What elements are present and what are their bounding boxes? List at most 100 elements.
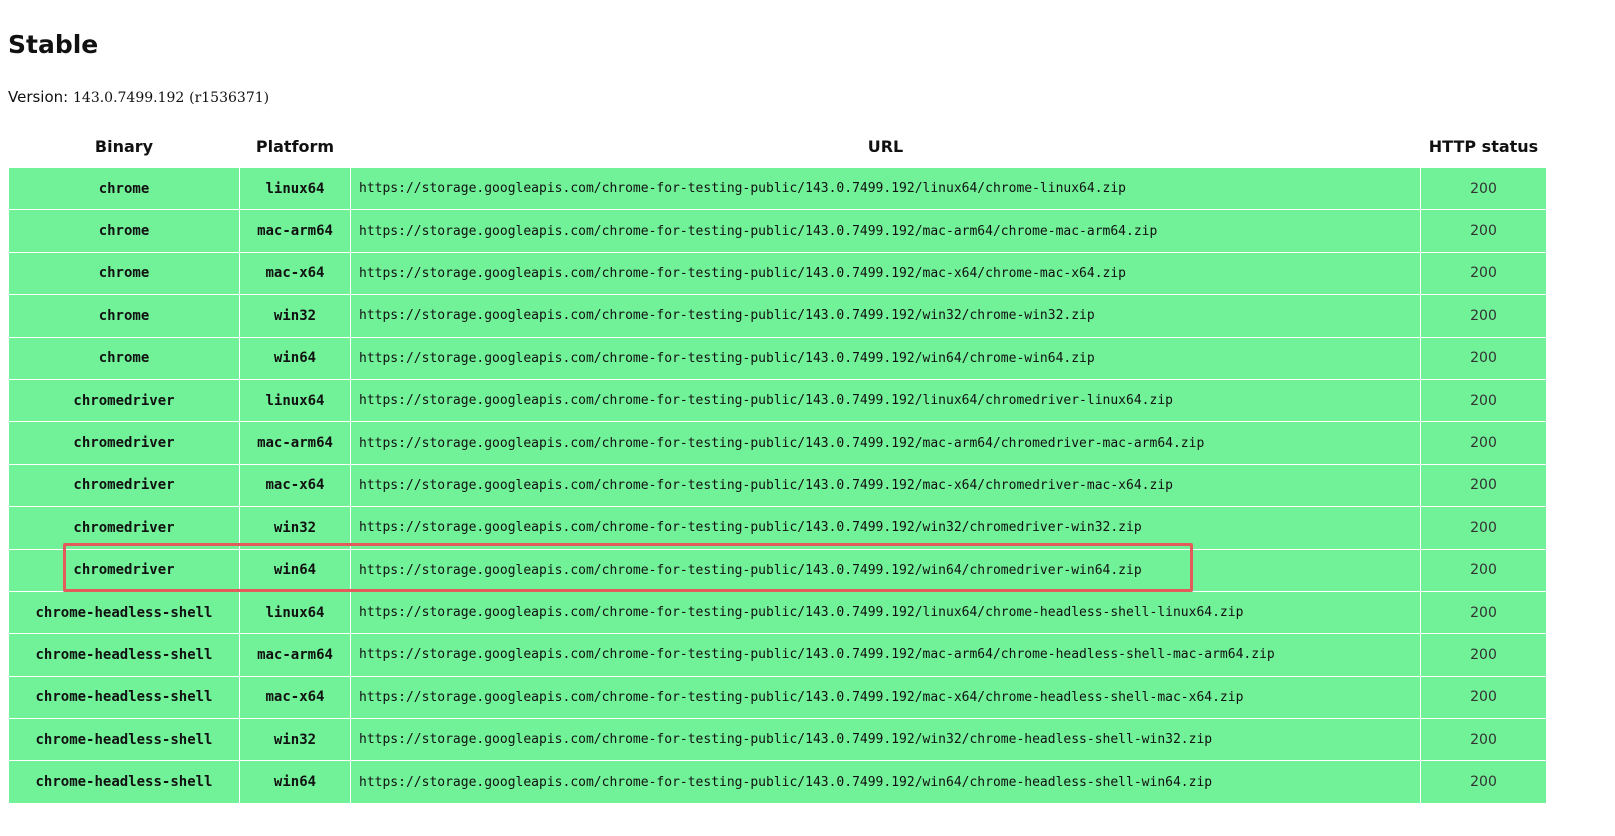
http-status-cell: 200 [1420,590,1547,635]
version-line: Version: 143.0.7499.192 (r1536371) [8,86,269,109]
platform-cell: win64 [239,336,351,380]
binary-cell: chromedriver [8,463,240,508]
table-row: chrome-headless-shell win32 https://stor… [8,718,1547,762]
download-link[interactable]: https://storage.googleapis.com/chrome-fo… [359,351,1095,366]
download-link[interactable]: https://storage.googleapis.com/chrome-fo… [359,775,1212,790]
download-link[interactable]: https://storage.googleapis.com/chrome-fo… [359,520,1142,535]
url-cell: https://storage.googleapis.com/chrome-fo… [350,294,1421,338]
download-link[interactable]: https://storage.googleapis.com/chrome-fo… [359,478,1173,493]
http-status-cell: 200 [1420,463,1547,508]
url-cell: https://storage.googleapis.com/chrome-fo… [350,590,1421,635]
version-number: 143.0.7499.192 [73,90,185,106]
download-link[interactable]: https://storage.googleapis.com/chrome-fo… [359,393,1173,408]
http-status-cell: 200 [1420,251,1547,296]
platform-cell: linux64 [239,166,351,211]
http-status-cell: 200 [1420,209,1547,253]
binary-cell: chrome-headless-shell [8,675,240,720]
table-header-row: Binary Platform URL HTTP status [8,124,1547,168]
platform-cell: win32 [239,506,351,550]
url-cell: https://storage.googleapis.com/chrome-fo… [350,760,1421,804]
table-row: chromedriver win32 https://storage.googl… [8,506,1547,550]
binary-cell: chromedriver [8,421,240,465]
platform-cell: win32 [239,718,351,762]
url-cell: https://storage.googleapis.com/chrome-fo… [350,675,1421,720]
binary-cell: chrome [8,336,240,380]
platform-cell: mac-arm64 [239,421,351,465]
table-row: chromedriver mac-x64 https://storage.goo… [8,463,1547,508]
binary-cell: chrome [8,166,240,211]
downloads-table: Binary Platform URL HTTP status chrome l… [8,124,1547,804]
platform-cell: mac-arm64 [239,209,351,253]
table-row: chrome-headless-shell linux64 https://st… [8,590,1547,635]
binary-cell: chrome-headless-shell [8,633,240,677]
download-link[interactable]: https://storage.googleapis.com/chrome-fo… [359,647,1275,662]
binary-cell: chromedriver [8,548,240,592]
version-revision: (r1536371) [189,90,270,106]
download-link[interactable]: https://storage.googleapis.com/chrome-fo… [359,224,1157,239]
http-status-cell: 200 [1420,718,1547,762]
http-status-cell: 200 [1420,336,1547,380]
binary-cell: chrome [8,251,240,296]
download-link[interactable]: https://storage.googleapis.com/chrome-fo… [359,181,1126,196]
download-link[interactable]: https://storage.googleapis.com/chrome-fo… [359,308,1095,323]
table-row: chrome win32 https://storage.googleapis.… [8,294,1547,338]
table-body: chrome linux64 https://storage.googleapi… [8,166,1547,804]
http-status-cell: 200 [1420,760,1547,804]
http-status-cell: 200 [1420,633,1547,677]
url-cell: https://storage.googleapis.com/chrome-fo… [350,421,1421,465]
http-status-cell: 200 [1420,166,1547,211]
download-link[interactable]: https://storage.googleapis.com/chrome-fo… [359,690,1243,705]
table-row: chrome mac-x64 https://storage.googleapi… [8,251,1547,296]
http-status-cell: 200 [1420,378,1547,423]
platform-cell: mac-arm64 [239,633,351,677]
table-row: chrome win64 https://storage.googleapis.… [8,336,1547,380]
url-cell: https://storage.googleapis.com/chrome-fo… [350,506,1421,550]
table-row: chromedriver linux64 https://storage.goo… [8,378,1547,423]
platform-cell: mac-x64 [239,675,351,720]
table-header: Binary Platform URL HTTP status [8,124,1547,168]
table-row: chrome-headless-shell mac-x64 https://st… [8,675,1547,720]
table-row: chrome-headless-shell mac-arm64 https://… [8,633,1547,677]
http-status-cell: 200 [1420,675,1547,720]
download-link[interactable]: https://storage.googleapis.com/chrome-fo… [359,563,1142,578]
table-row: chrome-headless-shell win64 https://stor… [8,760,1547,804]
binary-cell: chromedriver [8,378,240,423]
column-header-url: URL [350,124,1421,168]
url-cell: https://storage.googleapis.com/chrome-fo… [350,548,1421,592]
url-cell: https://storage.googleapis.com/chrome-fo… [350,463,1421,508]
url-cell: https://storage.googleapis.com/chrome-fo… [350,718,1421,762]
download-link[interactable]: https://storage.googleapis.com/chrome-fo… [359,732,1212,747]
url-cell: https://storage.googleapis.com/chrome-fo… [350,336,1421,380]
url-cell: https://storage.googleapis.com/chrome-fo… [350,209,1421,253]
table-row: chromedriver mac-arm64 https://storage.g… [8,421,1547,465]
platform-cell: win32 [239,294,351,338]
url-cell: https://storage.googleapis.com/chrome-fo… [350,251,1421,296]
binary-cell: chromedriver [8,506,240,550]
download-link[interactable]: https://storage.googleapis.com/chrome-fo… [359,266,1126,281]
platform-cell: mac-x64 [239,251,351,296]
http-status-cell: 200 [1420,506,1547,550]
table-row: chrome mac-arm64 https://storage.googlea… [8,209,1547,253]
platform-cell: win64 [239,548,351,592]
binary-cell: chrome [8,294,240,338]
url-cell: https://storage.googleapis.com/chrome-fo… [350,166,1421,211]
http-status-cell: 200 [1420,294,1547,338]
url-cell: https://storage.googleapis.com/chrome-fo… [350,378,1421,423]
binary-cell: chrome-headless-shell [8,760,240,804]
download-link[interactable]: https://storage.googleapis.com/chrome-fo… [359,605,1243,620]
column-header-http-status: HTTP status [1420,124,1547,168]
platform-cell: mac-x64 [239,463,351,508]
binary-cell: chrome-headless-shell [8,590,240,635]
platform-cell: linux64 [239,378,351,423]
binary-cell: chrome-headless-shell [8,718,240,762]
download-link[interactable]: https://storage.googleapis.com/chrome-fo… [359,436,1204,451]
url-cell: https://storage.googleapis.com/chrome-fo… [350,633,1421,677]
column-header-binary: Binary [8,124,240,168]
section-title: Stable [8,30,99,59]
http-status-cell: 200 [1420,548,1547,592]
platform-cell: linux64 [239,590,351,635]
binary-cell: chrome [8,209,240,253]
platform-cell: win64 [239,760,351,804]
version-label: Version: [8,88,69,106]
table-row-highlighted: chromedriver win64 https://storage.googl… [8,548,1547,592]
